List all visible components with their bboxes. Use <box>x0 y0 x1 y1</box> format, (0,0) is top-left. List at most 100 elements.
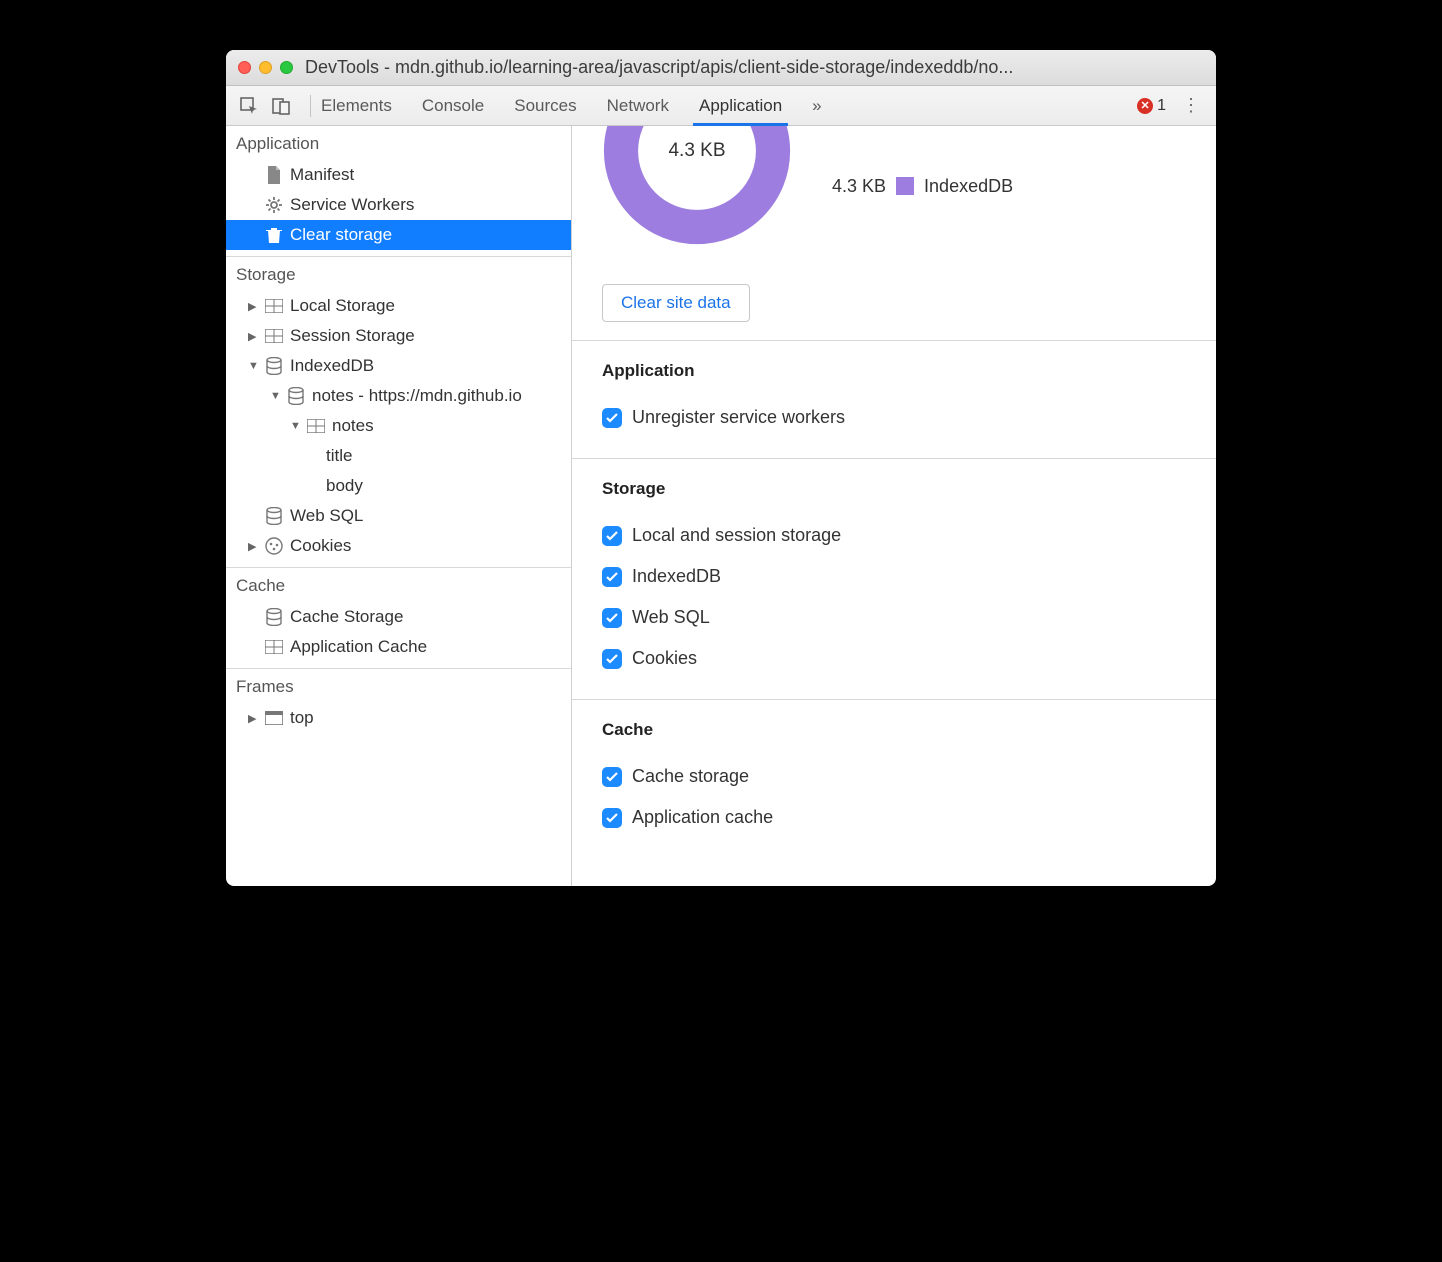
minimize-window-button[interactable] <box>259 61 272 74</box>
database-icon <box>264 356 284 376</box>
chevron-down-icon: ▼ <box>248 360 262 372</box>
database-icon <box>264 506 284 526</box>
checkbox-label: Application cache <box>632 807 773 828</box>
clear-button-row: Clear site data <box>572 266 1216 340</box>
sidebar-item-label: Application Cache <box>290 637 427 657</box>
checkbox-icon <box>602 767 622 787</box>
sidebar-item-index-title[interactable]: title <box>226 441 571 471</box>
gear-icon <box>264 195 284 215</box>
sidebar-item-label: Local Storage <box>290 296 395 316</box>
inspect-element-icon[interactable] <box>236 93 262 119</box>
sidebar-item-label: Cookies <box>290 536 351 556</box>
settings-menu-icon[interactable]: ⋮ <box>1176 95 1206 116</box>
close-window-button[interactable] <box>238 61 251 74</box>
legend-value: 4.3 KB <box>832 176 886 197</box>
sidebar-item-indexeddb-database[interactable]: ▼ notes - https://mdn.github.io <box>226 381 571 411</box>
checkbox-label: Cache storage <box>632 766 749 787</box>
panel-tabs: Elements Console Sources Network Applica… <box>321 87 1137 125</box>
sidebar-item-cache-storage[interactable]: ▶ Cache Storage <box>226 602 571 632</box>
sidebar-section-frames: Frames <box>226 669 571 703</box>
checkbox-label: Local and session storage <box>632 525 841 546</box>
checkbox-icon <box>602 526 622 546</box>
checkbox-icon <box>602 649 622 669</box>
section-cache: Cache Cache storage Application cache <box>572 699 1216 858</box>
tab-elements[interactable]: Elements <box>321 87 392 125</box>
devtools-tabbar: Elements Console Sources Network Applica… <box>226 86 1216 126</box>
error-badge[interactable]: ✕ 1 <box>1137 97 1166 115</box>
sidebar-item-service-workers[interactable]: ▶ Service Workers <box>226 190 571 220</box>
usage-total: 4.3 KB <box>602 126 792 246</box>
maximize-window-button[interactable] <box>280 61 293 74</box>
document-icon <box>264 165 284 185</box>
divider <box>310 95 311 117</box>
sidebar-item-session-storage[interactable]: ▶ Session Storage <box>226 321 571 351</box>
checkbox-icon <box>602 567 622 587</box>
sidebar-item-label: Cache Storage <box>290 607 403 627</box>
section-heading: Storage <box>602 479 1186 499</box>
tab-application[interactable]: Application <box>699 87 782 125</box>
checkbox-label: Web SQL <box>632 607 710 628</box>
tab-network[interactable]: Network <box>607 87 669 125</box>
checkbox-unregister-sw[interactable]: Unregister service workers <box>602 397 1186 438</box>
checkbox-label: IndexedDB <box>632 566 721 587</box>
checkbox-label: Cookies <box>632 648 697 669</box>
sidebar-item-cookies[interactable]: ▶ Cookies <box>226 531 571 561</box>
checkbox-icon <box>602 808 622 828</box>
error-count: 1 <box>1157 97 1166 115</box>
tabs-overflow[interactable]: » <box>812 87 821 125</box>
trash-icon <box>264 225 284 245</box>
error-icon: ✕ <box>1137 98 1153 114</box>
table-icon <box>306 416 326 436</box>
checkbox-web-sql[interactable]: Web SQL <box>602 597 1186 638</box>
usage-summary: 4.3 KB 4.3 KB IndexedDB <box>572 126 1216 266</box>
devtools-window: DevTools - mdn.github.io/learning-area/j… <box>226 50 1216 886</box>
chevron-right-icon: ▶ <box>248 330 262 343</box>
clear-site-data-button[interactable]: Clear site data <box>602 284 750 322</box>
checkbox-cookies[interactable]: Cookies <box>602 638 1186 679</box>
sidebar-section-cache: Cache <box>226 568 571 602</box>
checkbox-label: Unregister service workers <box>632 407 845 428</box>
sidebar-item-object-store[interactable]: ▼ notes <box>226 411 571 441</box>
sidebar-item-label: Manifest <box>290 165 354 185</box>
database-icon <box>264 607 284 627</box>
section-storage: Storage Local and session storage Indexe… <box>572 458 1216 699</box>
sidebar-item-clear-storage[interactable]: ▶ Clear storage <box>226 220 571 250</box>
checkbox-cache-storage[interactable]: Cache storage <box>602 756 1186 797</box>
table-icon <box>264 326 284 346</box>
tab-sources[interactable]: Sources <box>514 87 576 125</box>
tab-console[interactable]: Console <box>422 87 484 125</box>
chevron-down-icon: ▼ <box>270 390 284 402</box>
sidebar-section-application: Application <box>226 126 571 160</box>
sidebar-item-label: Web SQL <box>290 506 363 526</box>
sidebar-item-local-storage[interactable]: ▶ Local Storage <box>226 291 571 321</box>
legend-swatch <box>896 177 914 195</box>
section-heading: Cache <box>602 720 1186 740</box>
usage-legend: 4.3 KB IndexedDB <box>832 176 1013 197</box>
window-controls <box>238 61 293 74</box>
frame-icon <box>264 708 284 728</box>
device-toolbar-icon[interactable] <box>268 93 294 119</box>
titlebar: DevTools - mdn.github.io/learning-area/j… <box>226 50 1216 86</box>
sidebar-item-index-body[interactable]: body <box>226 471 571 501</box>
application-sidebar: Application ▶ Manifest ▶ Service Workers… <box>226 126 572 886</box>
chevron-right-icon: ▶ <box>248 712 262 725</box>
checkbox-local-session[interactable]: Local and session storage <box>602 515 1186 556</box>
sidebar-item-web-sql[interactable]: ▶ Web SQL <box>226 501 571 531</box>
sidebar-item-label: notes - https://mdn.github.io <box>312 386 522 406</box>
sidebar-item-label: title <box>326 446 352 466</box>
window-title: DevTools - mdn.github.io/learning-area/j… <box>305 57 1204 78</box>
sidebar-item-label: Service Workers <box>290 195 414 215</box>
sidebar-item-top-frame[interactable]: ▶ top <box>226 703 571 733</box>
sidebar-item-application-cache[interactable]: ▶ Application Cache <box>226 632 571 662</box>
sidebar-section-storage: Storage <box>226 257 571 291</box>
checkbox-indexeddb[interactable]: IndexedDB <box>602 556 1186 597</box>
chevron-right-icon: ▶ <box>248 300 262 313</box>
sidebar-item-manifest[interactable]: ▶ Manifest <box>226 160 571 190</box>
section-heading: Application <box>602 361 1186 381</box>
checkbox-application-cache[interactable]: Application cache <box>602 797 1186 838</box>
database-icon <box>286 386 306 406</box>
cookie-icon <box>264 536 284 556</box>
sidebar-item-indexeddb[interactable]: ▼ IndexedDB <box>226 351 571 381</box>
checkbox-icon <box>602 608 622 628</box>
chevron-down-icon: ▼ <box>290 420 304 432</box>
